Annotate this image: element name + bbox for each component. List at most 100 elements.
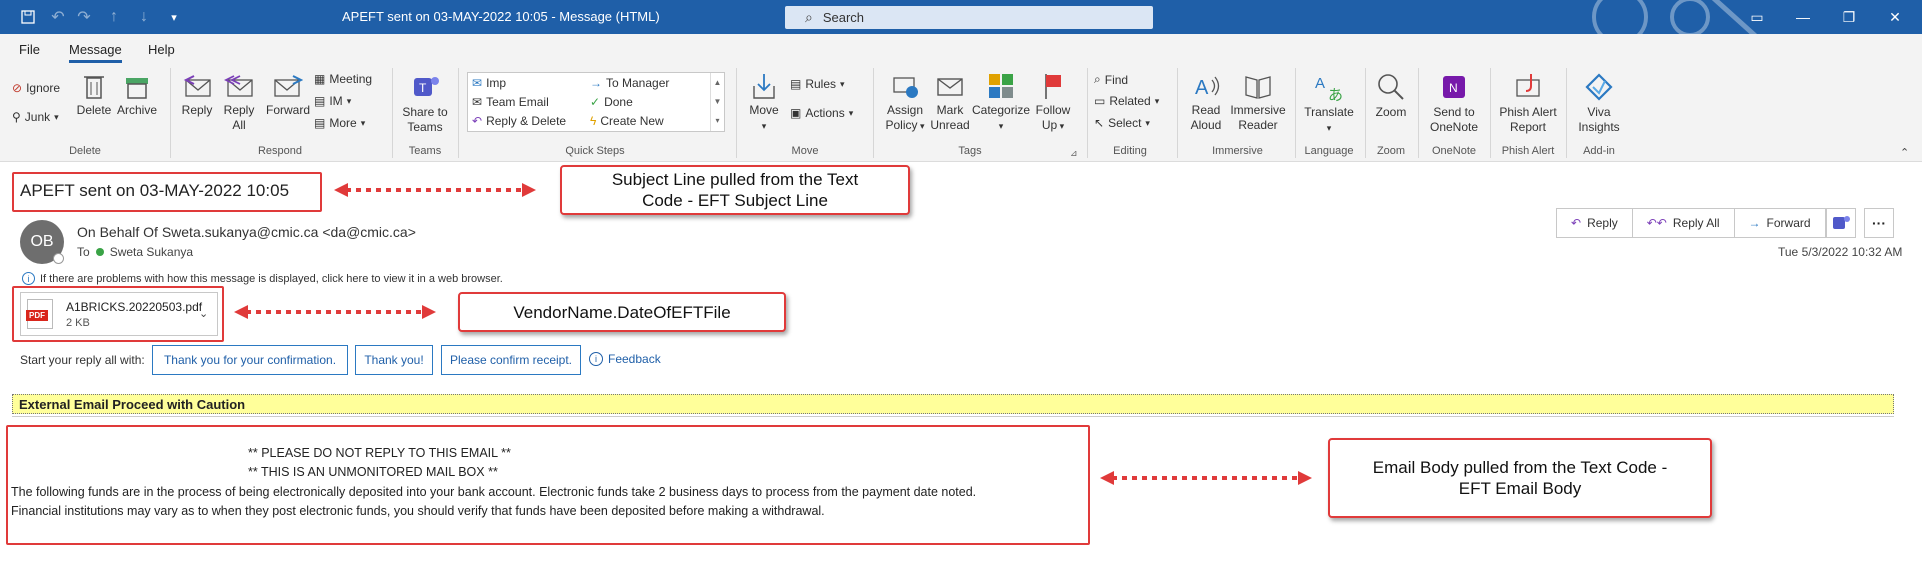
share-to-label-2: Teams	[407, 120, 443, 134]
redo-icon[interactable]: ↷	[72, 0, 96, 34]
suggested-reply-1[interactable]: Thank you for your confirmation.	[152, 345, 348, 375]
zoom-icon	[1378, 74, 1404, 100]
viva-insights-button[interactable]: Viva Insights	[1574, 72, 1624, 135]
reply-all-button[interactable]: ↶↶ Reply All	[1633, 209, 1735, 237]
feedback-link[interactable]: i Feedback	[589, 352, 661, 366]
quickstep-team-email[interactable]: ✉ Team Email	[472, 95, 549, 109]
close-icon[interactable]: ✕	[1872, 0, 1918, 34]
more-actions-icon[interactable]: ···	[1864, 208, 1894, 238]
collapse-ribbon-icon[interactable]: ⌃	[1900, 146, 1909, 159]
maximize-icon[interactable]: ❐	[1826, 0, 1872, 34]
vendor-annotation-text: VendorName.DateOfEFTFile	[513, 302, 731, 322]
delete-button[interactable]: Delete	[76, 72, 112, 118]
minimize-icon[interactable]: —	[1780, 0, 1826, 34]
read-label-2: Aloud	[1190, 118, 1222, 132]
menu-file[interactable]: File	[19, 42, 40, 57]
categorize-button[interactable]: Categorize ▾	[972, 72, 1030, 134]
ignore-icon: ⊘	[12, 81, 23, 95]
display-info-bar[interactable]: i If there are problems with how this me…	[22, 272, 503, 285]
search-input[interactable]: ⌕ Search	[785, 6, 1153, 29]
gallery-scroll[interactable]: ▲ ▼ ▾	[710, 73, 724, 131]
forward-button[interactable]: Forward	[264, 72, 312, 118]
previous-item-icon[interactable]: ↑	[102, 0, 126, 34]
quickstep-create-new[interactable]: ϟ Create New	[590, 114, 664, 128]
assign-policy-button[interactable]: Assign Policy ▾	[882, 72, 928, 134]
next-item-icon[interactable]: ↓	[132, 0, 156, 34]
body-annotation-text-1: Email Body pulled from the Text Code -	[1372, 458, 1668, 477]
categorize-label: Categorize	[972, 103, 1031, 117]
ignore-button[interactable]: ⊘ Ignore	[12, 81, 60, 95]
reply-label: Reply	[1587, 216, 1618, 230]
meeting-button[interactable]: ▦ Meeting	[314, 72, 372, 86]
move-button[interactable]: Move ▾	[746, 72, 782, 134]
body-line-4: Financial institutions may vary as to wh…	[11, 504, 825, 518]
sender[interactable]: On Behalf Of Sweta.sukanya@cmic.ca <da@c…	[77, 224, 416, 240]
quickstep-imp[interactable]: ✉ Imp	[472, 76, 506, 90]
customize-toolbar-icon[interactable]: ▾	[162, 0, 186, 34]
read-aloud-button[interactable]: A Read Aloud	[1186, 72, 1226, 133]
search-placeholder: Search	[822, 10, 865, 25]
junk-button[interactable]: ⚲ Junk ▾	[12, 110, 59, 124]
reply-icon: ↶	[472, 114, 483, 128]
reply-button[interactable]: Reply	[179, 72, 215, 118]
restore-down-small-icon[interactable]: ▭	[1734, 0, 1780, 34]
immersive-label-2: Reader	[1238, 118, 1278, 132]
attachment-card[interactable]: PDF A1BRICKS.20220503.pdf 2 KB ⌄	[20, 292, 218, 336]
save-icon[interactable]	[16, 0, 40, 34]
translate-button[interactable]: Aあ Translate ▾	[1302, 72, 1356, 136]
select-button[interactable]: ↖ Select ▾	[1094, 116, 1150, 130]
mark-unread-button[interactable]: Mark Unread	[929, 72, 971, 133]
reply-all-button[interactable]: Reply All	[221, 72, 257, 133]
chevron-down-icon[interactable]: ⌄	[199, 307, 208, 320]
read-label-1: Read	[1191, 103, 1221, 117]
rules-button[interactable]: ▤ Rules ▾	[790, 77, 845, 91]
related-button[interactable]: ▭ Related ▾	[1094, 94, 1159, 108]
translate-icon: Aあ	[1315, 75, 1343, 102]
quickstep-to-manager[interactable]: → To Manager	[590, 76, 669, 90]
forward-button[interactable]: → Forward	[1735, 209, 1825, 237]
phish-alert-button[interactable]: Phish Alert Report	[1496, 72, 1560, 135]
dropdown-icon: ▾	[1326, 123, 1332, 133]
reply-icon: ↶	[1571, 216, 1582, 230]
im-button[interactable]: ▤ IM ▾	[314, 94, 351, 108]
reply-button[interactable]: ↶ Reply	[1557, 209, 1633, 237]
quickstep-reply-delete[interactable]: ↶ Reply & Delete	[472, 114, 566, 128]
menu-help[interactable]: Help	[148, 42, 175, 57]
svg-text:A: A	[1315, 75, 1325, 92]
read-aloud-icon: A	[1195, 76, 1220, 99]
archive-button[interactable]: Archive	[115, 72, 159, 118]
suggested-reply-3[interactable]: Please confirm receipt.	[441, 345, 581, 375]
suggested-reply-2[interactable]: Thank you!	[355, 345, 433, 375]
reply-all-icon: ↶↶	[1646, 216, 1667, 230]
follow-up-button[interactable]: Follow Up ▾	[1033, 72, 1073, 134]
dropdown-icon: ▾	[1154, 95, 1160, 106]
dropdown-icon: ▾	[840, 78, 845, 89]
share-to-teams-button[interactable]: T Share to Teams	[400, 72, 450, 135]
search-icon: ⌕	[805, 9, 813, 25]
actions-icon: ▣	[790, 106, 802, 120]
zoom-button[interactable]: Zoom	[1372, 72, 1410, 120]
reply-all-label: Reply All	[1672, 216, 1720, 230]
vendor-annotation-arrow	[234, 305, 436, 319]
separator	[458, 68, 459, 158]
find-button[interactable]: ⌕ Find	[1094, 72, 1128, 87]
envelope-icon	[937, 78, 963, 96]
dialog-launcher-icon[interactable]: ⊿	[1070, 148, 1078, 159]
follow-label-2: Up	[1041, 118, 1058, 132]
language-group-label: Language	[1304, 145, 1354, 157]
attachment-name: A1BRICKS.20220503.pdf	[66, 300, 203, 314]
svg-text:T: T	[419, 81, 427, 95]
separator	[1087, 68, 1088, 158]
recipient-name[interactable]: Sweta Sukanya	[110, 245, 193, 259]
actions-button[interactable]: ▣ Actions ▾	[790, 106, 853, 120]
quickstep-done[interactable]: ✓ Done	[590, 95, 633, 109]
quickstep-reply-delete-label: Reply & Delete	[486, 114, 567, 128]
menu-message[interactable]: Message	[69, 42, 122, 63]
more-button[interactable]: ▤ More ▾	[314, 116, 365, 130]
quickstep-team-email-label: Team Email	[486, 95, 549, 109]
teams-chat-button[interactable]	[1826, 208, 1856, 238]
immersive-reader-button[interactable]: Immersive Reader	[1228, 72, 1288, 133]
send-to-onenote-button[interactable]: N Send to OneNote	[1424, 72, 1484, 135]
forward-icon: →	[1748, 216, 1761, 230]
undo-icon[interactable]: ↶	[46, 0, 70, 34]
